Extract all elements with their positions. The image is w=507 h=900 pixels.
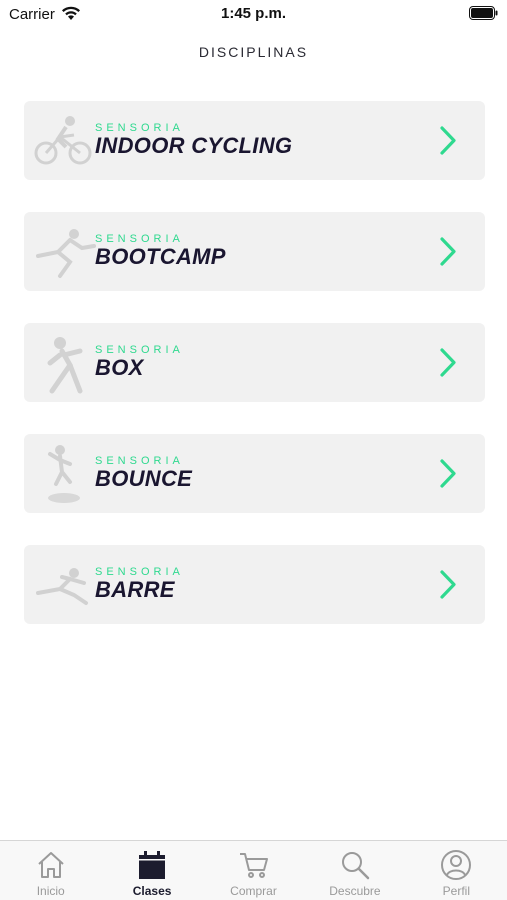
discipline-card-bootcamp[interactable]: SENSORIA BOOTCAMP <box>24 212 485 291</box>
tab-descubre[interactable]: Descubre <box>304 841 405 900</box>
dancer-figure-icon <box>36 568 88 605</box>
page-title: DISCIPLINAS <box>198 44 309 60</box>
tab-bar: Inicio Clases Comprar Descubre Perfil <box>0 840 507 900</box>
trampoline-figure-icon <box>48 445 80 503</box>
cart-icon <box>239 853 268 878</box>
tab-inicio[interactable]: Inicio <box>0 841 101 900</box>
chevron-right-icon <box>440 459 456 488</box>
discipline-card-bounce[interactable]: SENSORIA BOUNCE <box>24 434 485 513</box>
tab-perfil[interactable]: Perfil <box>406 841 507 900</box>
discipline-name: BOX <box>95 355 144 380</box>
tab-label: Comprar <box>230 884 277 898</box>
profile-icon <box>441 850 472 880</box>
calendar-icon <box>139 851 166 879</box>
boxer-figure-icon <box>47 337 83 394</box>
chevron-right-icon <box>440 348 456 377</box>
status-bar: Carrier 1:45 p.m. <box>0 0 507 30</box>
discipline-name: BOOTCAMP <box>95 244 226 269</box>
status-time: 1:45 p.m. <box>220 5 287 22</box>
discipline-list: SENSORIA INDOOR CYCLING SENSORIA BOOTCAM… <box>24 101 485 656</box>
tab-comprar[interactable]: Comprar <box>203 841 304 900</box>
discipline-name: INDOOR CYCLING <box>95 133 293 158</box>
discipline-card-indoor-cycling[interactable]: SENSORIA INDOOR CYCLING <box>24 101 485 180</box>
search-icon <box>341 852 370 880</box>
tab-label: Perfil <box>442 884 470 898</box>
discipline-card-barre[interactable]: SENSORIA BARRE <box>24 545 485 624</box>
discipline-card-box[interactable]: SENSORIA BOX <box>24 323 485 402</box>
discipline-name: BOUNCE <box>95 466 193 491</box>
tab-label: Inicio <box>36 884 65 898</box>
home-icon <box>38 852 64 878</box>
cyclist-figure-icon <box>34 116 92 165</box>
tab-clases[interactable]: Clases <box>101 841 202 900</box>
runner-figure-icon <box>36 229 96 278</box>
discipline-name: BARRE <box>95 577 175 602</box>
battery-icon <box>469 6 498 20</box>
tab-label: Descubre <box>329 884 381 898</box>
tab-label: Clases <box>132 884 172 898</box>
chevron-right-icon <box>440 237 456 266</box>
chevron-right-icon <box>440 126 456 155</box>
chevron-right-icon <box>440 570 456 599</box>
